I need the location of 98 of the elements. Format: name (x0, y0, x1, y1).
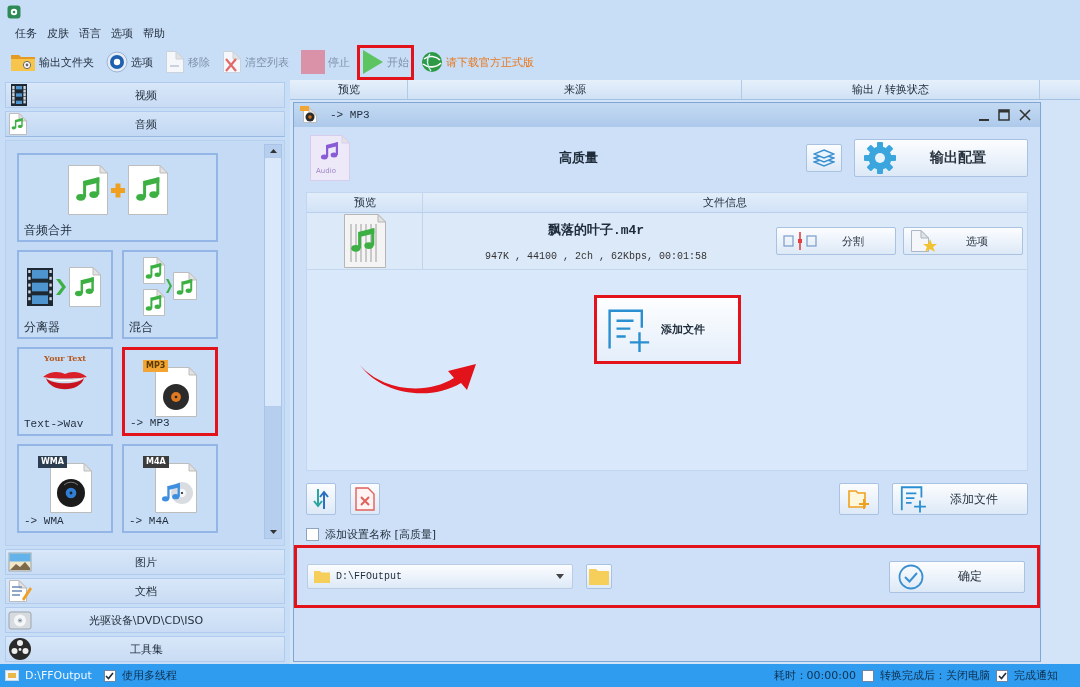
options-button[interactable]: 选项 (101, 44, 158, 80)
caret-icon (556, 574, 564, 579)
picture-icon (8, 551, 32, 573)
close-icon (1019, 109, 1031, 121)
category-header[interactable]: 图片 (5, 549, 285, 575)
minimize-icon (979, 118, 989, 121)
remove-file-button[interactable] (350, 483, 380, 515)
ok-button[interactable]: 确定 (889, 560, 1025, 593)
checkbox[interactable] (996, 669, 1008, 682)
menu-item[interactable]: 皮肤 (42, 24, 74, 44)
music-file-icon (341, 214, 388, 268)
add-file-button[interactable]: 添加文件 (593, 295, 741, 364)
checkmark-icon (105, 671, 115, 680)
tool-tile[interactable]: M4A -> M4A (122, 444, 218, 533)
category-header[interactable]: 光驱设备\DVD\CD\ISO (5, 607, 285, 633)
file-delete-icon (355, 487, 375, 511)
dialog-title: -> MP3 (330, 109, 371, 121)
scrollbar-thumb[interactable] (265, 157, 281, 407)
split-button[interactable]: 分割 (776, 227, 896, 255)
folder-add-icon (848, 489, 870, 509)
checkbox[interactable] (862, 669, 874, 682)
menu-item[interactable]: 语言 (74, 24, 106, 44)
tool-tile[interactable]: WMA -> WMA (17, 444, 113, 533)
tool-tile[interactable]: MP3 -> MP3 (122, 347, 218, 436)
column-header[interactable]: 文件信息 (423, 193, 1027, 212)
app-icon (7, 5, 21, 19)
folder-icon (589, 568, 609, 585)
check-circle-icon (898, 563, 924, 590)
output-folder-button[interactable]: 输出文件夹 (5, 44, 99, 80)
add-file-icon (899, 485, 927, 513)
elapsed-time: 耗时：00:00:00 (773, 668, 856, 683)
category-header[interactable]: 工具集 (5, 636, 285, 662)
audio-file-icon (310, 134, 350, 181)
checkbox-label: 添加设置名称 [高质量] (325, 526, 437, 542)
column-header[interactable]: 预览 (307, 193, 423, 212)
scrollbar-track[interactable] (264, 144, 282, 539)
film-icon (8, 84, 30, 106)
folder-dropdown[interactable]: D:\FFOutput (307, 564, 573, 589)
swap-arrows-icon (312, 488, 330, 510)
settings-icon (863, 140, 897, 175)
film-to-music-icon (27, 266, 103, 308)
tool-tile[interactable]: Your Text Text->Wav (17, 347, 113, 436)
menu-item[interactable]: 帮助 (138, 24, 170, 44)
split-icon (783, 232, 817, 250)
play-icon (362, 49, 384, 75)
document-icon (165, 50, 185, 74)
checkbox-label: 完成通知 (1014, 668, 1058, 683)
file-type-badge: WMA (38, 456, 67, 468)
column-header[interactable]: 来源 (408, 80, 742, 99)
add-folder-button[interactable] (839, 483, 879, 515)
file-info: 947K , 44100 , 2ch , 62Kbps, 00:01:58 (484, 250, 707, 262)
checkbox-label: 使用多线程 (121, 668, 177, 683)
category-header[interactable]: 音频 (5, 111, 285, 137)
icon-caption: Your Text (44, 353, 86, 363)
maximize-icon (998, 109, 1010, 121)
column-header[interactable]: 输出 / 转换状态 (742, 80, 1040, 99)
menu-item[interactable]: 任务 (10, 24, 42, 44)
folder-icon (10, 52, 36, 72)
document-edit-icon (8, 579, 32, 603)
file-type-badge: M4A (143, 456, 169, 468)
film-reel-icon (8, 637, 32, 661)
vinyl-file-icon (300, 106, 318, 124)
tool-tile[interactable]: 混合 (122, 250, 218, 339)
vinyl-file-icon (50, 463, 92, 513)
tool-tile[interactable]: 音频合并 (17, 153, 218, 242)
options-button[interactable]: 选项 (903, 227, 1023, 255)
document-cross-icon (222, 50, 242, 74)
browse-folder-button[interactable] (586, 564, 612, 589)
scroll-up-icon (269, 149, 277, 153)
vinyl-file-icon (155, 367, 197, 417)
stop-icon (301, 50, 325, 74)
profile-name: 高质量 (557, 148, 599, 167)
folder-icon (5, 670, 19, 681)
layers-icon (813, 147, 835, 168)
checkmark-icon (997, 671, 1007, 680)
file-name: 飘落的叶子.m4r (547, 221, 645, 239)
category-header[interactable]: 文档 (5, 578, 285, 604)
checkbox[interactable] (103, 669, 116, 682)
category-header[interactable]: 视频 (5, 82, 285, 108)
document-star-icon (910, 229, 938, 253)
menu-item[interactable]: 选项 (106, 24, 138, 44)
sort-button[interactable] (306, 483, 336, 515)
music-files-plus-icon (67, 163, 168, 217)
globe-icon (421, 51, 443, 73)
music-files-merge-icon (143, 257, 197, 317)
music-disc-file-icon (155, 463, 197, 513)
music-file-icon (8, 112, 28, 136)
column-header[interactable]: 预览 (290, 80, 408, 99)
folder-icon (314, 570, 330, 583)
scroll-down-icon (269, 530, 277, 534)
checkbox-label: 转换完成后：关闭电脑 (880, 668, 990, 683)
file-type-badge: MP3 (143, 360, 169, 372)
tool-tile[interactable]: 分离器 (17, 250, 113, 339)
layers-button[interactable] (806, 143, 842, 172)
add-files-button[interactable]: 添加文件 (892, 483, 1028, 515)
ring-icon (106, 51, 128, 73)
checkbox[interactable] (306, 527, 319, 541)
output-config-button[interactable]: 输出配置 (854, 138, 1028, 177)
